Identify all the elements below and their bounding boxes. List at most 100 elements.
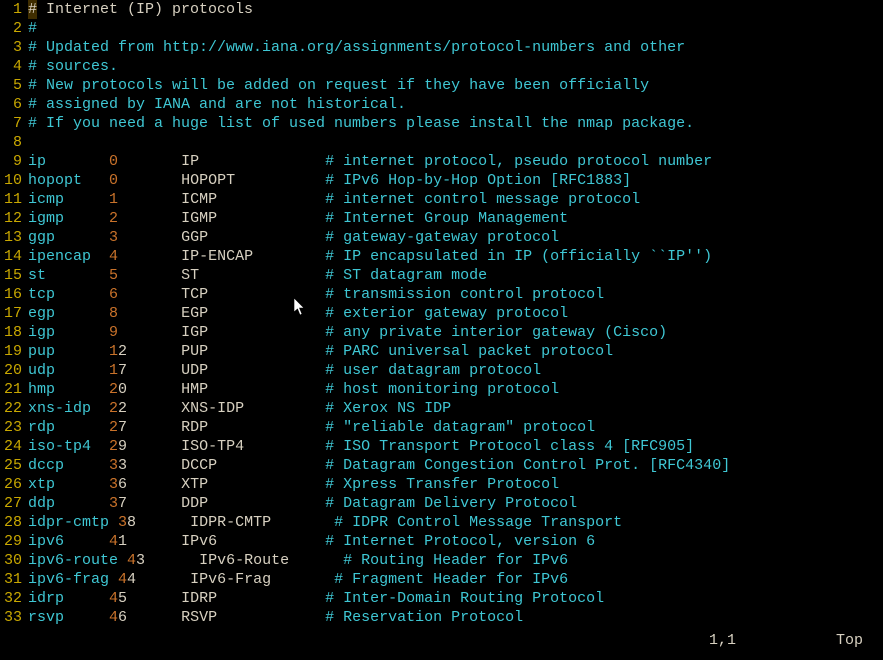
protocol-row: 28idpr-cmtp 38 IDPR-CMTP # IDPR Control … xyxy=(0,513,883,532)
proto-alias: IDPR-CMTP xyxy=(190,514,325,531)
proto-num-first: 4 xyxy=(109,609,118,626)
line-number: 20 xyxy=(0,361,28,380)
proto-num-rest xyxy=(118,191,172,208)
proto-num-rest: 2 xyxy=(118,343,172,360)
protocol-row: 29ipv6 41 IPv6 # Internet Protocol, vers… xyxy=(0,532,883,551)
proto-num-rest xyxy=(118,267,172,284)
proto-desc: # IPv6 Hop-by-Hop Option [RFC1883] xyxy=(325,172,631,189)
proto-name: ipencap xyxy=(28,248,100,265)
proto-name: ip xyxy=(28,153,100,170)
proto-num-first: 1 xyxy=(109,362,118,379)
proto-num-first: 5 xyxy=(109,267,118,284)
proto-desc: # Reservation Protocol xyxy=(325,609,523,626)
proto-name: st xyxy=(28,267,100,284)
proto-num-first: 3 xyxy=(109,229,118,246)
comment-text: # New protocols will be added on request… xyxy=(28,76,883,95)
proto-desc: # host monitoring protocol xyxy=(325,381,559,398)
proto-desc: # transmission control protocol xyxy=(325,286,604,303)
proto-alias: ISO-TP4 xyxy=(181,438,316,455)
protocol-row: 25dccp 33 DCCP # Datagram Congestion Con… xyxy=(0,456,883,475)
status-bar: 1,1 Top xyxy=(20,631,863,650)
line-number: 31 xyxy=(0,570,28,589)
proto-desc: # exterior gateway protocol xyxy=(325,305,568,322)
proto-desc: # ISO Transport Protocol class 4 [RFC905… xyxy=(325,438,694,455)
editor-line: 8 xyxy=(0,133,883,152)
proto-num-first: 8 xyxy=(109,305,118,322)
line-number: 21 xyxy=(0,380,28,399)
comment-text: Internet (IP) protocols xyxy=(37,1,253,18)
protocol-row: 23rdp 27 RDP # "reliable datagram" proto… xyxy=(0,418,883,437)
line-number: 27 xyxy=(0,494,28,513)
proto-num-rest xyxy=(118,305,172,322)
line-number: 8 xyxy=(0,133,28,152)
protocol-row: 9ip 0 IP # internet protocol, pseudo pro… xyxy=(0,152,883,171)
proto-desc: # Datagram Congestion Control Prot. [RFC… xyxy=(325,457,730,474)
line-number: 24 xyxy=(0,437,28,456)
protocol-row: 14ipencap 4 IP-ENCAP # IP encapsulated i… xyxy=(0,247,883,266)
proto-num-rest xyxy=(118,286,172,303)
proto-alias: ICMP xyxy=(181,191,316,208)
proto-desc: # internet protocol, pseudo protocol num… xyxy=(325,153,712,170)
proto-num-first: 4 xyxy=(109,248,118,265)
protocol-row: 16tcp 6 TCP # transmission control proto… xyxy=(0,285,883,304)
proto-num-rest: 4 xyxy=(127,571,181,588)
proto-num-first: 4 xyxy=(127,552,136,569)
protocol-row: 22xns-idp 22 XNS-IDP # Xerox NS IDP xyxy=(0,399,883,418)
protocol-row: 24iso-tp4 29 ISO-TP4 # ISO Transport Pro… xyxy=(0,437,883,456)
proto-num-first: 1 xyxy=(109,191,118,208)
proto-alias: XTP xyxy=(181,476,316,493)
proto-num-first: 3 xyxy=(118,514,127,531)
proto-num-rest: 3 xyxy=(118,457,172,474)
line-number: 3 xyxy=(0,38,28,57)
proto-alias: IP xyxy=(181,153,316,170)
proto-alias: HOPOPT xyxy=(181,172,316,189)
line-number: 14 xyxy=(0,247,28,266)
proto-desc: # gateway-gateway protocol xyxy=(325,229,559,246)
proto-num-rest xyxy=(118,172,172,189)
proto-num-rest: 7 xyxy=(118,362,172,379)
line-number: 33 xyxy=(0,608,28,627)
proto-desc: # Datagram Delivery Protocol xyxy=(325,495,577,512)
editor-viewport[interactable]: 1# Internet (IP) protocols 2# 3# Updated… xyxy=(0,0,883,660)
proto-desc: # internet control message protocol xyxy=(325,191,640,208)
proto-num-rest: 8 xyxy=(127,514,181,531)
proto-name: igp xyxy=(28,324,100,341)
proto-alias: RDP xyxy=(181,419,316,436)
proto-alias: PUP xyxy=(181,343,316,360)
proto-name: egp xyxy=(28,305,100,322)
proto-name: igmp xyxy=(28,210,100,227)
proto-desc: # Fragment Header for IPv6 xyxy=(334,571,568,588)
proto-num-rest: 7 xyxy=(118,495,172,512)
proto-name: ipv6 xyxy=(28,533,100,550)
line-number: 15 xyxy=(0,266,28,285)
proto-num-rest: 1 xyxy=(118,533,172,550)
comment-text: # If you need a huge list of used number… xyxy=(28,114,883,133)
proto-desc: # any private interior gateway (Cisco) xyxy=(325,324,667,341)
proto-alias: IGMP xyxy=(181,210,316,227)
line-number: 22 xyxy=(0,399,28,418)
scroll-indicator: Top xyxy=(836,631,863,650)
proto-num-first: 6 xyxy=(109,286,118,303)
proto-desc: # Routing Header for IPv6 xyxy=(343,552,568,569)
protocol-row: 19pup 12 PUP # PARC universal packet pro… xyxy=(0,342,883,361)
line-number: 2 xyxy=(0,19,28,38)
proto-desc: # Xpress Transfer Protocol xyxy=(325,476,559,493)
proto-num-rest: 6 xyxy=(118,609,172,626)
protocol-row: 26xtp 36 XTP # Xpress Transfer Protocol xyxy=(0,475,883,494)
proto-name: dccp xyxy=(28,457,100,474)
editor-line: 6# assigned by IANA and are not historic… xyxy=(0,95,883,114)
cursor: # xyxy=(28,0,37,19)
line-number: 29 xyxy=(0,532,28,551)
proto-name: rdp xyxy=(28,419,100,436)
proto-num-rest xyxy=(118,248,172,265)
proto-desc: # user datagram protocol xyxy=(325,362,541,379)
line-number: 32 xyxy=(0,589,28,608)
proto-desc: # Internet Protocol, version 6 xyxy=(325,533,595,550)
protocol-row: 20udp 17 UDP # user datagram protocol xyxy=(0,361,883,380)
proto-num-rest: 2 xyxy=(118,400,172,417)
editor-line: 4# sources. xyxy=(0,57,883,76)
comment-text: # Updated from http://www.iana.org/assig… xyxy=(28,38,883,57)
proto-alias: ST xyxy=(181,267,316,284)
line-number: 17 xyxy=(0,304,28,323)
proto-name: hopopt xyxy=(28,172,100,189)
